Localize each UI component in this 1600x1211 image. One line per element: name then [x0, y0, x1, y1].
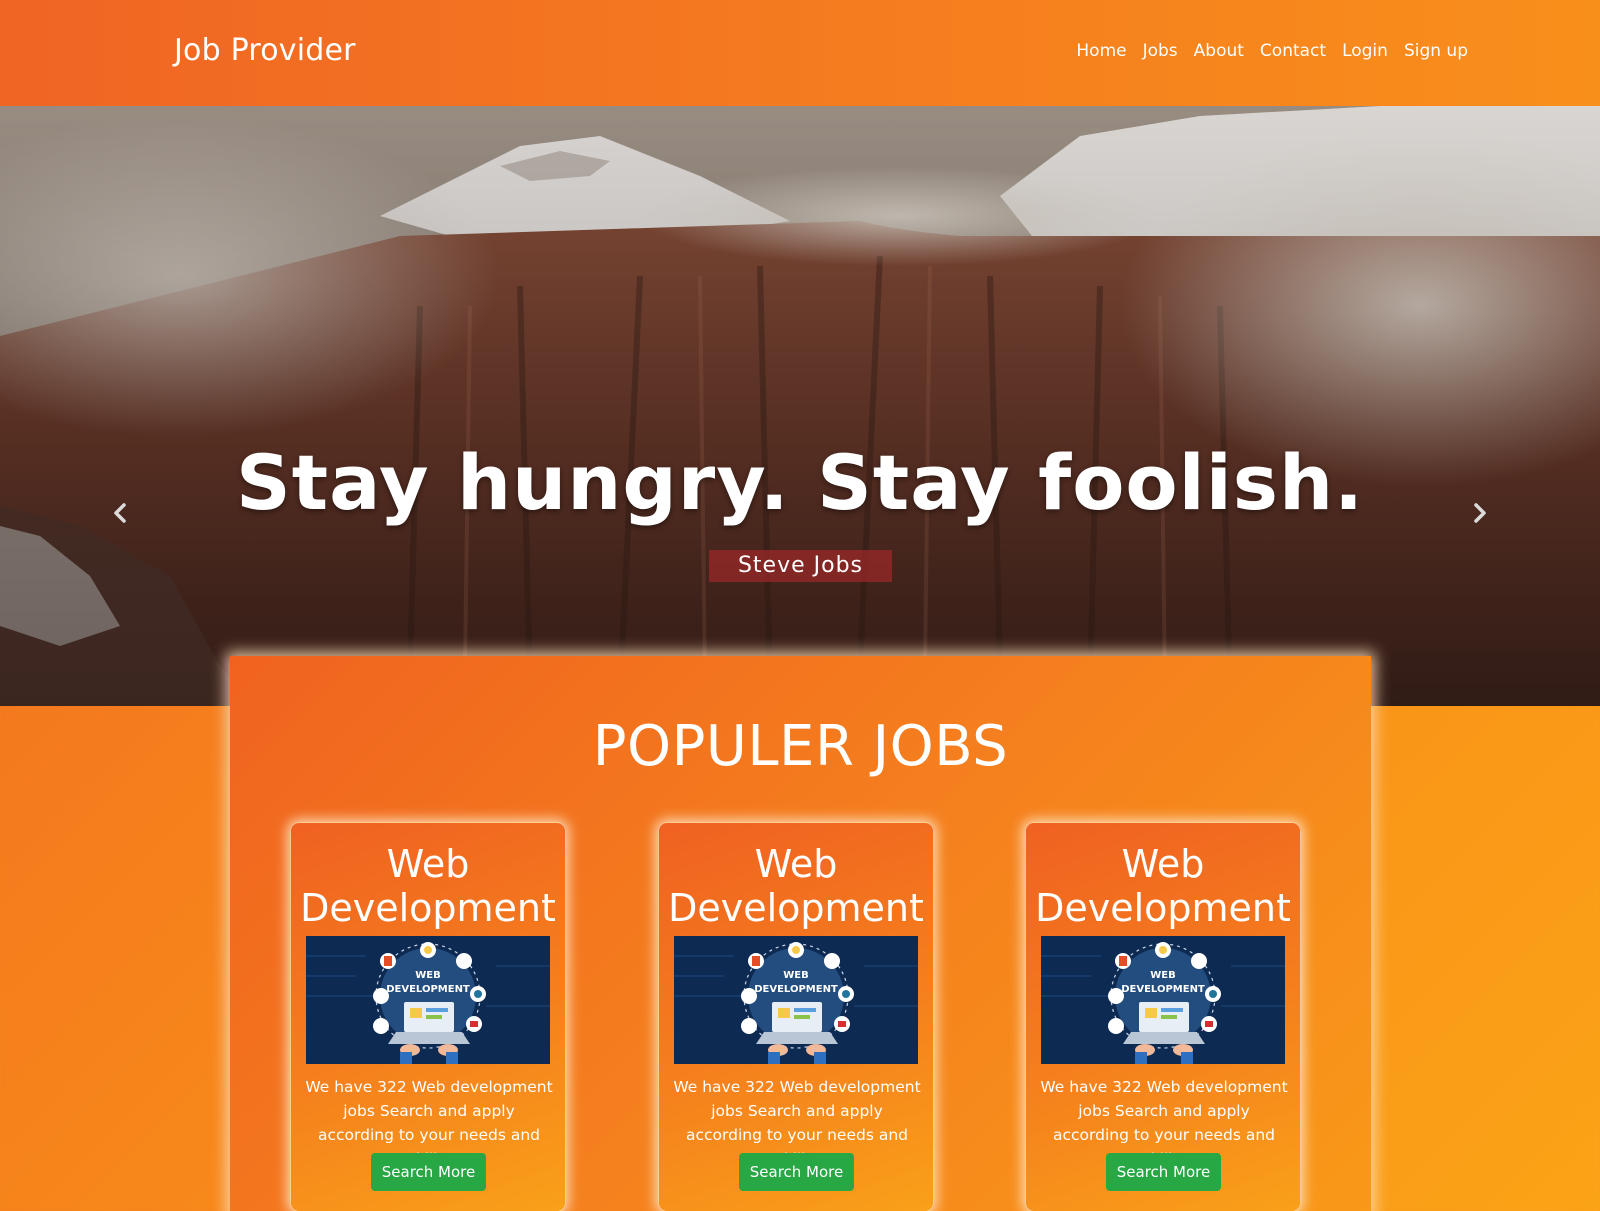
image-caption-line2: DEVELOPMENT	[386, 984, 470, 995]
nav-links: Home Jobs About Contact Login Sign up	[1076, 41, 1468, 61]
brand-logo-link[interactable]: Job Provider	[174, 33, 356, 68]
hero-quote: Stay hungry. Stay foolish.	[236, 438, 1364, 527]
search-more-button[interactable]: Search More	[739, 1153, 854, 1191]
search-more-button[interactable]: Search More	[371, 1153, 486, 1191]
hero-background-image	[0, 106, 1600, 706]
nav-link-home[interactable]: Home	[1076, 41, 1126, 61]
job-card-title: Web Development	[300, 842, 556, 930]
web-development-image: WEB DEVELOPMENT	[674, 936, 918, 1064]
nav-link-jobs[interactable]: Jobs	[1143, 41, 1178, 61]
job-card: Web Development WEB DEVELOPMENT We have …	[1025, 822, 1301, 1211]
nav-link-about[interactable]: About	[1194, 41, 1244, 61]
image-caption-line1: WEB	[1150, 970, 1175, 981]
job-card: Web Development WEB DEVELOPMENT We have …	[290, 822, 566, 1211]
image-caption-line2: DEVELOPMENT	[1121, 984, 1205, 995]
navbar: Job Provider Home Jobs About Contact Log…	[0, 0, 1600, 106]
nav-link-contact[interactable]: Contact	[1260, 41, 1326, 61]
image-caption-line1: WEB	[783, 970, 808, 981]
popular-jobs-section: POPULER JOBS Web Development WEB DEVELOP…	[230, 656, 1371, 1211]
image-caption-line2: DEVELOPMENT	[754, 984, 838, 995]
section-title: POPULER JOBS	[592, 714, 1009, 779]
job-card-title: Web Development	[1035, 842, 1291, 930]
job-card: Web Development WEB DEVELOPMENT We have …	[658, 822, 934, 1211]
web-development-image: WEB DEVELOPMENT	[1041, 936, 1285, 1064]
image-caption-line1: WEB	[415, 970, 440, 981]
web-development-image: WEB DEVELOPMENT	[306, 936, 550, 1064]
job-card-title: Web Development	[668, 842, 924, 930]
hero-carousel: Stay hungry. Stay foolish. Steve Jobs ““…	[0, 106, 1600, 706]
nav-link-signup[interactable]: Sign up	[1404, 41, 1468, 61]
quote-author-badge: Steve Jobs	[709, 550, 892, 582]
search-more-button[interactable]: Search More	[1106, 1153, 1221, 1191]
nav-link-login[interactable]: Login	[1342, 41, 1388, 61]
